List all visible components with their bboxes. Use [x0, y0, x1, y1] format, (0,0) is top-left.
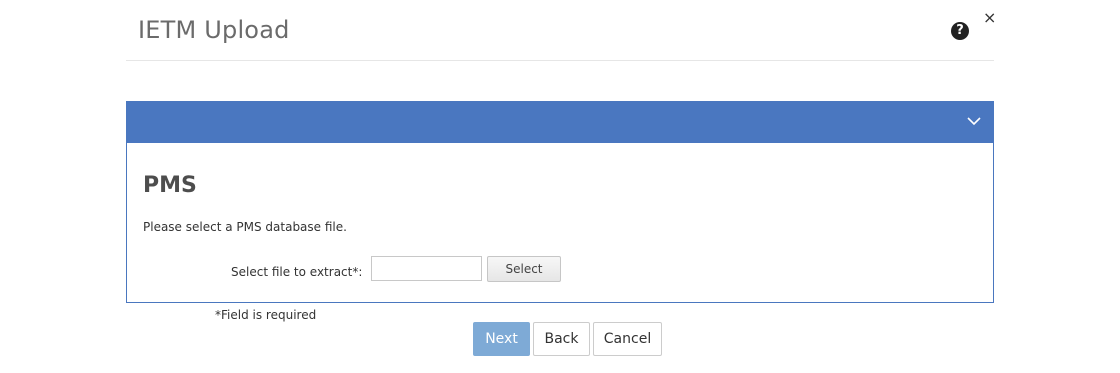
cancel-button[interactable]: Cancel [593, 322, 662, 356]
panel-header[interactable] [127, 102, 993, 143]
next-button[interactable]: Next [473, 322, 530, 356]
file-field-label: Select file to extract*: [231, 265, 363, 279]
help-icon[interactable]: ? [951, 22, 969, 40]
header-divider [126, 60, 994, 61]
file-path-input[interactable] [371, 256, 482, 281]
dialog-title: IETM Upload [138, 16, 290, 44]
select-file-button[interactable]: Select [487, 256, 561, 282]
section-title: PMS [143, 173, 197, 198]
required-field-note: *Field is required [215, 308, 317, 322]
close-icon[interactable]: × [983, 9, 996, 27]
instructions-text: Please select a PMS database file. [143, 220, 347, 234]
back-button[interactable]: Back [533, 322, 590, 356]
chevron-down-icon[interactable] [967, 114, 981, 128]
pms-panel: PMS Please select a PMS database file. S… [126, 101, 994, 303]
